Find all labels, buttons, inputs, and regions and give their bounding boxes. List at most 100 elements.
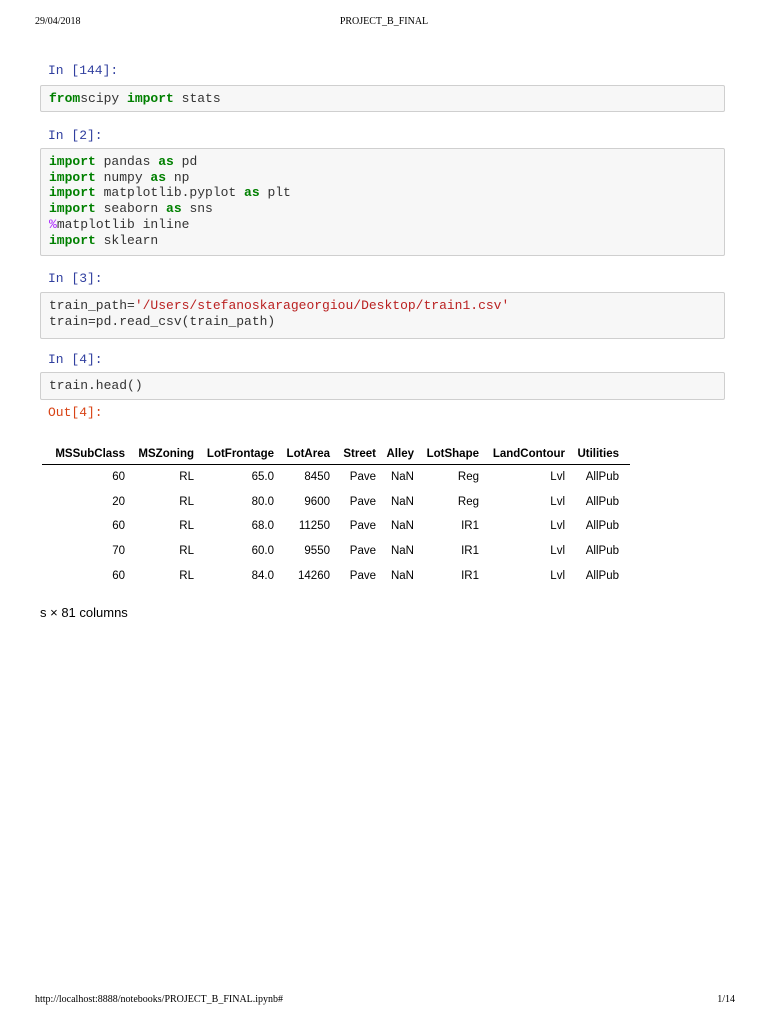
table-cell: 9550 bbox=[304, 545, 330, 558]
table-cell: NaN bbox=[390, 569, 414, 582]
code-cell-1[interactable]: fromscipy import stats bbox=[40, 85, 725, 112]
page-title: PROJECT_B_FINAL bbox=[339, 16, 429, 27]
table-cell: 65.0 bbox=[251, 471, 274, 484]
keyword-token: from bbox=[49, 91, 81, 106]
code-token: scipy bbox=[80, 91, 128, 106]
code-cell-4[interactable]: train.head() bbox=[40, 372, 725, 400]
table-cell: RL bbox=[179, 471, 194, 484]
table-cell: 60 bbox=[112, 471, 125, 484]
table-cell: AllPub bbox=[585, 545, 619, 558]
code-token: pd bbox=[173, 154, 198, 169]
table-cell: Lvl bbox=[550, 520, 565, 533]
table-row: 20 RL 80.0 9600 Pave NaN Reg Lvl AllPub bbox=[42, 490, 630, 515]
keyword-token: as bbox=[244, 185, 260, 201]
table-cell: IR1 bbox=[461, 569, 479, 582]
keyword-token: import bbox=[49, 232, 96, 248]
code-token: sklearn bbox=[95, 232, 159, 248]
table-cell: RL bbox=[179, 569, 194, 582]
cell-prompt: In [3]: bbox=[48, 271, 103, 286]
column-header: LotFrontage bbox=[194, 444, 274, 465]
keyword-token: as bbox=[150, 169, 167, 185]
keyword-token: as bbox=[158, 154, 174, 169]
column-header: MSZoning bbox=[125, 444, 194, 465]
dataframe-table: MSSubClass MSZoning LotFrontage LotArea Stre… bbox=[42, 444, 630, 588]
table-cell: Lvl bbox=[550, 545, 565, 558]
cell-prompt: In [2]: bbox=[48, 128, 103, 143]
code-token: seaborn bbox=[95, 201, 167, 217]
table-cell: NaN bbox=[390, 520, 414, 533]
code-token: numpy bbox=[95, 169, 151, 185]
table-cell: RL bbox=[179, 520, 194, 533]
table-cell: Reg bbox=[457, 471, 479, 484]
table-cell: Reg bbox=[457, 495, 479, 508]
table-cell: 60.0 bbox=[251, 545, 274, 558]
page-number: 1/14 bbox=[717, 994, 735, 1005]
code-token: pandas bbox=[95, 154, 159, 169]
keyword-token: import bbox=[127, 91, 174, 106]
table-cell: 9600 bbox=[304, 495, 330, 508]
table-cell: AllPub bbox=[585, 495, 619, 508]
table-cell: Pave bbox=[349, 545, 376, 558]
table-cell: RL bbox=[179, 545, 194, 558]
column-header: Street bbox=[330, 444, 376, 465]
code-cell-2[interactable]: import pandas as pd import numpy as np i… bbox=[40, 148, 725, 256]
column-header: MSSubClass bbox=[42, 444, 125, 465]
code-token: np bbox=[166, 169, 190, 185]
code-token: plt bbox=[259, 185, 291, 201]
table-row: 70 RL 60.0 9550 Pave NaN IR1 Lvl AllPub bbox=[42, 539, 630, 564]
keyword-token: as bbox=[166, 201, 182, 217]
keyword-token: import bbox=[49, 169, 96, 185]
code-token: stats bbox=[173, 91, 221, 106]
column-header: Alley bbox=[376, 444, 414, 465]
dataframe-shape: s × 81 columns bbox=[40, 605, 128, 620]
table-row: 60 RL 68.0 11250 Pave NaN IR1 Lvl AllPub bbox=[42, 514, 630, 539]
table-cell: 14260 bbox=[298, 569, 330, 582]
table-cell: Pave bbox=[349, 520, 376, 533]
keyword-token: import bbox=[49, 185, 96, 201]
table-cell: AllPub bbox=[585, 569, 619, 582]
notebook-page: 29/04/2018 PROJECT_B_FINAL In [144]: fro… bbox=[0, 0, 768, 1024]
table-cell: AllPub bbox=[585, 520, 619, 533]
table-cell: 84.0 bbox=[251, 569, 274, 582]
table-cell: 70 bbox=[112, 545, 125, 558]
table-cell: NaN bbox=[390, 495, 414, 508]
table-cell: 8450 bbox=[304, 471, 330, 484]
code-token: train.head() bbox=[49, 378, 143, 393]
column-header: Utilities bbox=[565, 444, 630, 465]
output-prompt: Out[4]: bbox=[48, 405, 103, 420]
table-cell: 20 bbox=[112, 495, 125, 508]
code-token: train_path= bbox=[49, 298, 135, 313]
keyword-token: import bbox=[49, 201, 96, 217]
cell-prompt: In [4]: bbox=[48, 352, 103, 367]
code-token: matplotlib inline bbox=[56, 216, 190, 232]
table-cell: IR1 bbox=[461, 545, 479, 558]
code-token: sns bbox=[181, 201, 213, 217]
table-cell: NaN bbox=[390, 545, 414, 558]
table-header-row: MSSubClass MSZoning LotFrontage LotArea Stre… bbox=[42, 444, 630, 465]
table-cell: 80.0 bbox=[251, 495, 274, 508]
code-cell-3[interactable]: train_path='/Users/stefanoskarageorgiou/… bbox=[40, 292, 725, 339]
string-token: '/Users/stefanoskarageorgiou/Desktop/tra… bbox=[134, 298, 510, 313]
page-url: http://localhost:8888/notebooks/PROJECT_… bbox=[35, 994, 284, 1005]
table-cell: Lvl bbox=[550, 471, 565, 484]
magic-token: % bbox=[49, 216, 57, 232]
table-cell: 60 bbox=[112, 569, 125, 582]
code-token: matplotlib.pyplot bbox=[95, 185, 245, 201]
table-cell: Pave bbox=[349, 495, 376, 508]
table-cell: AllPub bbox=[585, 471, 619, 484]
table-cell: 11250 bbox=[298, 520, 330, 533]
cell-prompt: In [144]: bbox=[48, 63, 119, 78]
column-header: LotShape bbox=[414, 444, 479, 465]
table-cell: IR1 bbox=[461, 520, 479, 533]
table-row: 60 RL 65.0 8450 Pave NaN Reg Lvl AllPub bbox=[42, 465, 630, 490]
table-cell: Lvl bbox=[550, 495, 565, 508]
code-token: train=pd.read_csv(train_path) bbox=[49, 313, 276, 329]
table-row: 60 RL 84.0 14260 Pave NaN IR1 Lvl AllPub bbox=[42, 563, 630, 588]
column-header: LotArea bbox=[274, 444, 330, 465]
table-cell: NaN bbox=[390, 471, 414, 484]
table-cell: 60 bbox=[112, 520, 125, 533]
column-header: LandContour bbox=[479, 444, 565, 465]
table-cell: 68.0 bbox=[251, 520, 274, 533]
table-cell: Pave bbox=[349, 569, 376, 582]
table-cell: Pave bbox=[349, 471, 376, 484]
